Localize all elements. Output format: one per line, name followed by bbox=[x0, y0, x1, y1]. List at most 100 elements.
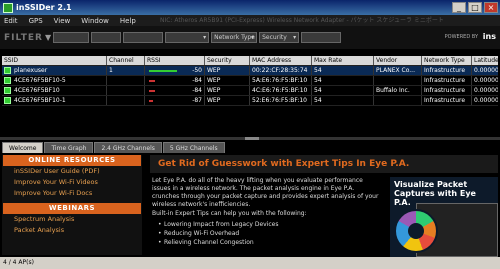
menu-gps[interactable]: GPS bbox=[29, 17, 43, 25]
tab-time-graph[interactable]: Time Graph bbox=[44, 142, 94, 153]
filter-security-input[interactable]: ▾ bbox=[165, 32, 210, 43]
row-checkbox[interactable] bbox=[4, 67, 11, 74]
list-item: Relieving Channel Congestion bbox=[158, 238, 378, 247]
security-label: Security bbox=[262, 34, 287, 41]
channel-cell: 1 bbox=[107, 66, 145, 75]
filter-extra-input[interactable] bbox=[301, 32, 342, 43]
menu-window[interactable]: Window bbox=[81, 17, 109, 25]
vendor-cell: PLANEX Co... bbox=[374, 66, 422, 75]
window-title: inSSIDer 2.1 bbox=[16, 3, 72, 12]
rssi-cell: -84 bbox=[145, 86, 205, 95]
filter-network-type-select[interactable]: Network Type ▾ bbox=[211, 32, 258, 43]
tab-welcome[interactable]: Welcome bbox=[2, 142, 44, 153]
latitude-cell: 0.000000 bbox=[474, 67, 498, 74]
col-mac[interactable]: MAC Address bbox=[250, 56, 312, 65]
tab-5ghz-channels[interactable]: 5 GHz Channels bbox=[162, 142, 225, 153]
link-spectrum-analysis[interactable]: Spectrum Analysis bbox=[2, 214, 142, 225]
panel-splitter[interactable] bbox=[0, 137, 500, 140]
splitter-grip[interactable] bbox=[245, 137, 259, 140]
latitude-cell: 0.000000 bbox=[474, 77, 498, 84]
network-type-cell: Infrastructure bbox=[422, 96, 472, 105]
ssid-label: 4CE676F5BF10-5 bbox=[14, 76, 66, 84]
filter-label: FILTER bbox=[4, 32, 43, 43]
ssid-label: 4CE676F5BF10-1 bbox=[14, 96, 66, 104]
resources-column: ONLINE RESOURCES inSSIDer User Guide (PD… bbox=[2, 155, 142, 255]
mac-cell: 4C:E6:76:F5:BF:10 bbox=[250, 86, 312, 95]
rssi-value: -50 bbox=[192, 67, 202, 74]
max-rate-cell: 54 bbox=[312, 96, 374, 105]
col-latitude[interactable]: Latitude bbox=[472, 56, 498, 65]
adapter-selector[interactable]: NIC: Atheros AR5B91 (PCI-Express) Wirele… bbox=[160, 15, 444, 26]
ssid-cell: 4CE676F5BF10-5 bbox=[2, 76, 107, 85]
eye-pa-ad-banner[interactable]: Visualize Packet Captures with Eye P.A. bbox=[390, 177, 498, 257]
table-row[interactable]: 4CE676F5BF10-1 -87 WEP 52:E6:76:F5:BF:10 54 I… bbox=[2, 96, 498, 106]
col-max-rate[interactable]: Max Rate bbox=[312, 56, 374, 65]
col-channel[interactable]: Channel bbox=[107, 56, 145, 65]
menu-view[interactable]: View bbox=[54, 17, 71, 25]
network-type-cell: Infrastructure bbox=[422, 86, 472, 95]
pie-wheel-graphic bbox=[394, 209, 438, 253]
maximize-button[interactable]: □ bbox=[468, 2, 482, 13]
table-row[interactable]: planexuser 1 -50 WEP 00:22:CF:28:35:74 54 PLAN… bbox=[2, 66, 498, 76]
link-wifi-videos[interactable]: Improve Your Wi-Fi Videos bbox=[2, 177, 142, 188]
promo-subhead: Built-in Expert Tips can help you with t… bbox=[152, 210, 307, 217]
tab-24ghz-channels[interactable]: 2.4 GHz Channels bbox=[94, 142, 162, 153]
row-checkbox[interactable] bbox=[4, 87, 11, 94]
col-ssid[interactable]: SSID bbox=[2, 56, 107, 65]
network-type-label: Network Type bbox=[214, 34, 255, 41]
list-item: Lowering Impact from Legacy Devices bbox=[158, 220, 378, 229]
col-security[interactable]: Security bbox=[205, 56, 250, 65]
chevron-down-icon: ▾ bbox=[293, 34, 297, 41]
table-header: SSID Channel RSSI Security MAC Address M… bbox=[2, 56, 498, 66]
filter-rssi-input[interactable] bbox=[123, 32, 164, 43]
filter-ssid-input[interactable] bbox=[53, 32, 90, 43]
channel-cell bbox=[107, 86, 145, 95]
filter-funnel-icon[interactable]: ▼ bbox=[45, 33, 51, 42]
filter-security-select[interactable]: Security ▾ bbox=[259, 32, 300, 43]
security-cell: WEP bbox=[205, 76, 250, 85]
signal-strength-bar bbox=[149, 70, 177, 72]
row-checkbox[interactable] bbox=[4, 77, 11, 84]
signal-strength-bar bbox=[149, 100, 153, 102]
vendor-cell bbox=[374, 76, 422, 85]
promo-bullets: Lowering Impact from Legacy Devices Redu… bbox=[158, 220, 378, 247]
link-packet-analysis[interactable]: Packet Analysis bbox=[2, 225, 142, 236]
webinars-heading: WEBINARS bbox=[3, 203, 141, 214]
list-item: Reducing Wi-Fi Overhead bbox=[158, 229, 378, 238]
welcome-panel: ONLINE RESOURCES inSSIDer User Guide (PD… bbox=[0, 153, 500, 257]
col-rssi[interactable]: RSSI bbox=[145, 56, 205, 65]
link-user-guide[interactable]: inSSIDer User Guide (PDF) bbox=[2, 166, 142, 177]
rssi-cell: -87 bbox=[145, 96, 205, 105]
brand-logo: ins bbox=[482, 32, 496, 41]
mac-cell: 5A:E6:76:F5:BF:10 bbox=[250, 76, 312, 85]
row-checkbox[interactable] bbox=[4, 97, 11, 104]
link-wifi-docs[interactable]: Improve Your Wi-Fi Docs bbox=[2, 188, 142, 199]
title-bar: inSSIDer 2.1 _ □ × bbox=[0, 0, 500, 15]
vendor-cell: Buffalo Inc. bbox=[374, 86, 422, 95]
col-network-type[interactable]: Network Type bbox=[422, 56, 472, 65]
filter-channel-input[interactable] bbox=[91, 32, 122, 43]
channel-cell bbox=[107, 76, 145, 85]
rssi-cell: -84 bbox=[145, 76, 205, 85]
network-type-cell: Infrastructure bbox=[422, 66, 472, 75]
minimize-button[interactable]: _ bbox=[452, 2, 466, 13]
menu-help[interactable]: Help bbox=[120, 17, 136, 25]
rssi-cell: -50 bbox=[145, 66, 205, 75]
menu-edit[interactable]: Edit bbox=[4, 17, 18, 25]
latitude-cell: 0.000000 bbox=[474, 97, 498, 104]
mac-cell: 00:22:CF:28:35:74 bbox=[250, 66, 312, 75]
ssid-cell: 4CE676F5BF10-1 bbox=[2, 96, 107, 105]
latitude-cell: 0.000000 bbox=[474, 87, 498, 94]
col-vendor[interactable]: Vendor bbox=[374, 56, 422, 65]
ssid-label: 4CE676F5BF10 bbox=[14, 86, 60, 94]
ssid-cell: 4CE676F5BF10 bbox=[2, 86, 107, 95]
table-row[interactable]: 4CE676F5BF10 -84 WEP 4C:E6:76:F5:BF:10 54 Buf… bbox=[2, 86, 498, 96]
rssi-value: -84 bbox=[192, 87, 202, 94]
signal-strength-bar bbox=[149, 90, 155, 92]
promo-column: Get Rid of Guesswork with Expert Tips In… bbox=[150, 155, 498, 257]
filter-bar: FILTER ▼ ▾ Network Type ▾ Security ▾ POWER… bbox=[0, 26, 500, 49]
rssi-value: -87 bbox=[192, 97, 202, 104]
close-button[interactable]: × bbox=[484, 2, 498, 13]
chevron-down-icon: ▾ bbox=[251, 34, 255, 41]
table-row[interactable]: 4CE676F5BF10-5 -84 WEP 5A:E6:76:F5:BF:10 54 I… bbox=[2, 76, 498, 86]
